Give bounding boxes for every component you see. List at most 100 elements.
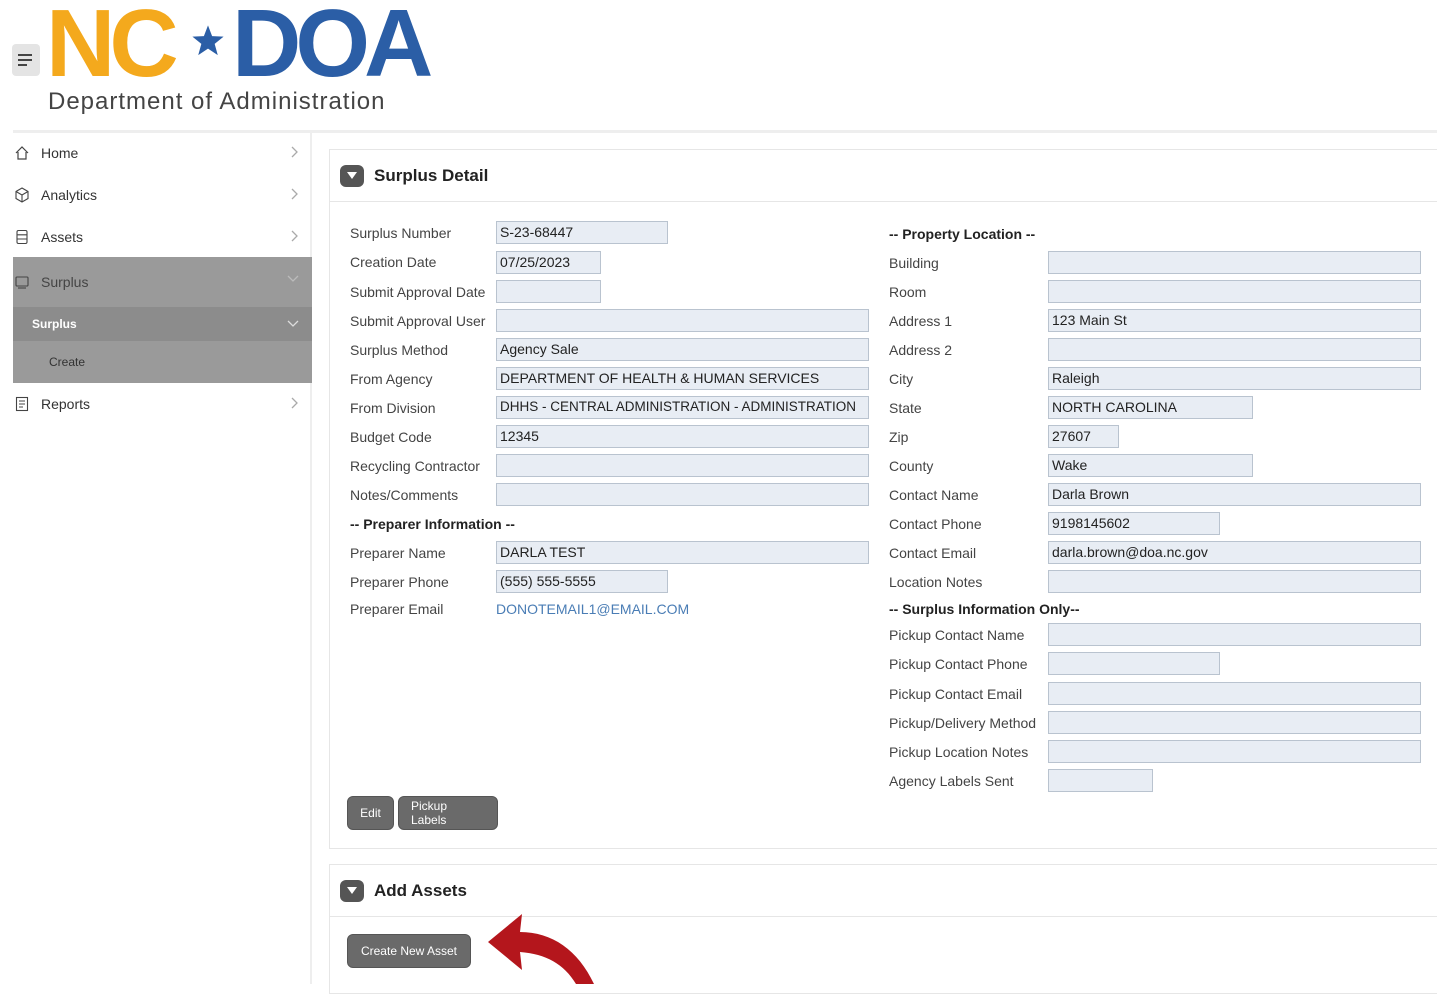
collapse-toggle-button[interactable]	[340, 164, 364, 187]
contact-phone-field: 9198145602	[1048, 512, 1220, 535]
preparer-phone-label: Preparer Phone	[350, 574, 449, 590]
surplus-number-field: S-23-68447	[496, 221, 668, 244]
zip-label: Zip	[889, 429, 909, 445]
surplus-method-label: Surplus Method	[350, 342, 449, 358]
sidebar-item-label: Surplus	[41, 274, 89, 290]
location-notes-label: Location Notes	[889, 574, 983, 590]
sidebar-subitem-create[interactable]: Create	[13, 341, 312, 383]
sidebar-item-assets[interactable]: Assets	[13, 217, 312, 257]
from-agency-field: DEPARTMENT OF HEALTH & HUMAN SERVICES	[496, 367, 869, 390]
county-label: County	[889, 458, 934, 474]
pickup-delivery-method-field	[1048, 711, 1421, 734]
preparer-email-label: Preparer Email	[350, 601, 444, 617]
surplus-detail-header: Surplus Detail	[330, 150, 1437, 202]
contact-email-field: darla.brown@doa.nc.gov	[1048, 541, 1421, 564]
menu-toggle-button[interactable]	[12, 44, 40, 76]
recycling-contractor-label: Recycling Contractor	[350, 458, 480, 474]
ncdoa-logo[interactable]: NC DOA Department of Administration	[46, 0, 466, 115]
address2-field	[1048, 338, 1421, 361]
submit-approval-user-label: Submit Approval User	[350, 313, 486, 329]
sidebar-item-home[interactable]: Home	[13, 133, 312, 173]
surplus-method-field: Agency Sale	[496, 338, 869, 361]
recycling-contractor-field	[496, 454, 869, 477]
chevron-down-icon	[287, 320, 299, 327]
city-label: City	[889, 371, 914, 387]
notes-comments-label: Notes/Comments	[350, 487, 459, 503]
location-notes-field	[1048, 570, 1421, 593]
surplus-information-heading: -- Surplus Information Only--	[889, 601, 1080, 617]
chevron-right-icon	[291, 146, 298, 158]
chevron-right-icon	[291, 230, 298, 242]
submit-approval-user-field	[496, 309, 869, 332]
pickup-location-notes-label: Pickup Location Notes	[889, 744, 1029, 760]
surplus-number-label: Surplus Number	[350, 225, 452, 241]
sidebar-item-analytics[interactable]: Analytics	[13, 175, 312, 215]
home-icon	[13, 144, 31, 162]
budget-code-label: Budget Code	[350, 429, 432, 445]
building-field	[1048, 251, 1421, 274]
creation-date-label: Creation Date	[350, 254, 437, 270]
zip-field: 27607	[1048, 425, 1119, 448]
property-location-heading: -- Property Location --	[889, 226, 1036, 242]
state-label: State	[889, 400, 922, 416]
database-icon	[13, 228, 31, 246]
report-icon	[13, 395, 31, 413]
sidebar: Home Analytics Assets Surplus Surplus Cr…	[13, 133, 312, 984]
building-label: Building	[889, 255, 939, 271]
address1-field: 123 Main St	[1048, 309, 1421, 332]
red-arrow-annotation-icon	[488, 914, 594, 984]
contact-email-label: Contact Email	[889, 545, 977, 561]
sidebar-item-label: Home	[41, 145, 79, 161]
contact-phone-label: Contact Phone	[889, 516, 982, 532]
address2-label: Address 2	[889, 342, 953, 358]
chevron-down-icon	[287, 275, 299, 282]
county-field: Wake	[1048, 454, 1253, 477]
from-agency-label: From Agency	[350, 371, 433, 387]
agency-labels-sent-field	[1048, 769, 1153, 792]
cube-icon	[13, 186, 31, 204]
from-division-label: From Division	[350, 400, 436, 416]
sidebar-item-reports[interactable]: Reports	[13, 384, 312, 424]
hamburger-icon	[18, 54, 32, 66]
address1-label: Address 1	[889, 313, 953, 329]
create-new-asset-button[interactable]: Create New Asset	[347, 934, 471, 968]
preparer-phone-field: (555) 555-5555	[496, 570, 668, 593]
pickup-contact-name-field	[1048, 623, 1421, 646]
pickup-contact-email-field	[1048, 682, 1421, 705]
pickup-contact-email-label: Pickup Contact Email	[889, 686, 1023, 702]
pickup-labels-button[interactable]: Pickup Labels	[398, 796, 498, 830]
triangle-down-icon	[347, 171, 357, 179]
surplus-icon	[13, 273, 31, 291]
sidebar-item-surplus[interactable]: Surplus	[13, 257, 312, 307]
budget-code-field: 12345	[496, 425, 869, 448]
pickup-contact-phone-field	[1048, 652, 1220, 675]
preparer-name-label: Preparer Name	[350, 545, 446, 561]
sidebar-item-label: Assets	[41, 229, 84, 245]
collapse-toggle-button[interactable]	[340, 879, 364, 902]
chevron-right-icon	[291, 188, 298, 200]
notes-comments-field	[496, 483, 869, 506]
logo-subtitle: Department of Administration	[48, 88, 386, 115]
pickup-location-notes-field	[1048, 740, 1421, 763]
room-field	[1048, 280, 1421, 303]
preparer-information-heading: -- Preparer Information --	[350, 516, 515, 532]
submit-approval-date-label: Submit Approval Date	[350, 284, 486, 300]
sidebar-subitem-surplus[interactable]: Surplus	[13, 307, 312, 341]
edit-button[interactable]: Edit	[347, 796, 394, 830]
chevron-right-icon	[291, 397, 298, 409]
state-field: NORTH CAROLINA	[1048, 396, 1253, 419]
sidebar-subitem-label: Create	[49, 355, 86, 369]
pickup-contact-name-label: Pickup Contact Name	[889, 627, 1025, 643]
pickup-contact-phone-label: Pickup Contact Phone	[889, 656, 1028, 672]
triangle-down-icon	[347, 886, 357, 894]
sidebar-subitem-label: Surplus	[32, 317, 77, 331]
sidebar-item-label: Reports	[41, 396, 91, 412]
logo-doa-text: DOA	[232, 0, 433, 97]
agency-labels-sent-label: Agency Labels Sent	[889, 773, 1014, 789]
from-division-field: DHHS - CENTRAL ADMINISTRATION - ADMINIST…	[496, 396, 869, 419]
contact-name-field: Darla Brown	[1048, 483, 1421, 506]
pickup-delivery-method-label: Pickup/Delivery Method	[889, 715, 1037, 731]
preparer-email-link[interactable]: DONOTEMAIL1@EMAIL.COM	[496, 601, 689, 617]
creation-date-field: 07/25/2023	[496, 251, 601, 274]
add-assets-title: Add Assets	[374, 880, 467, 900]
